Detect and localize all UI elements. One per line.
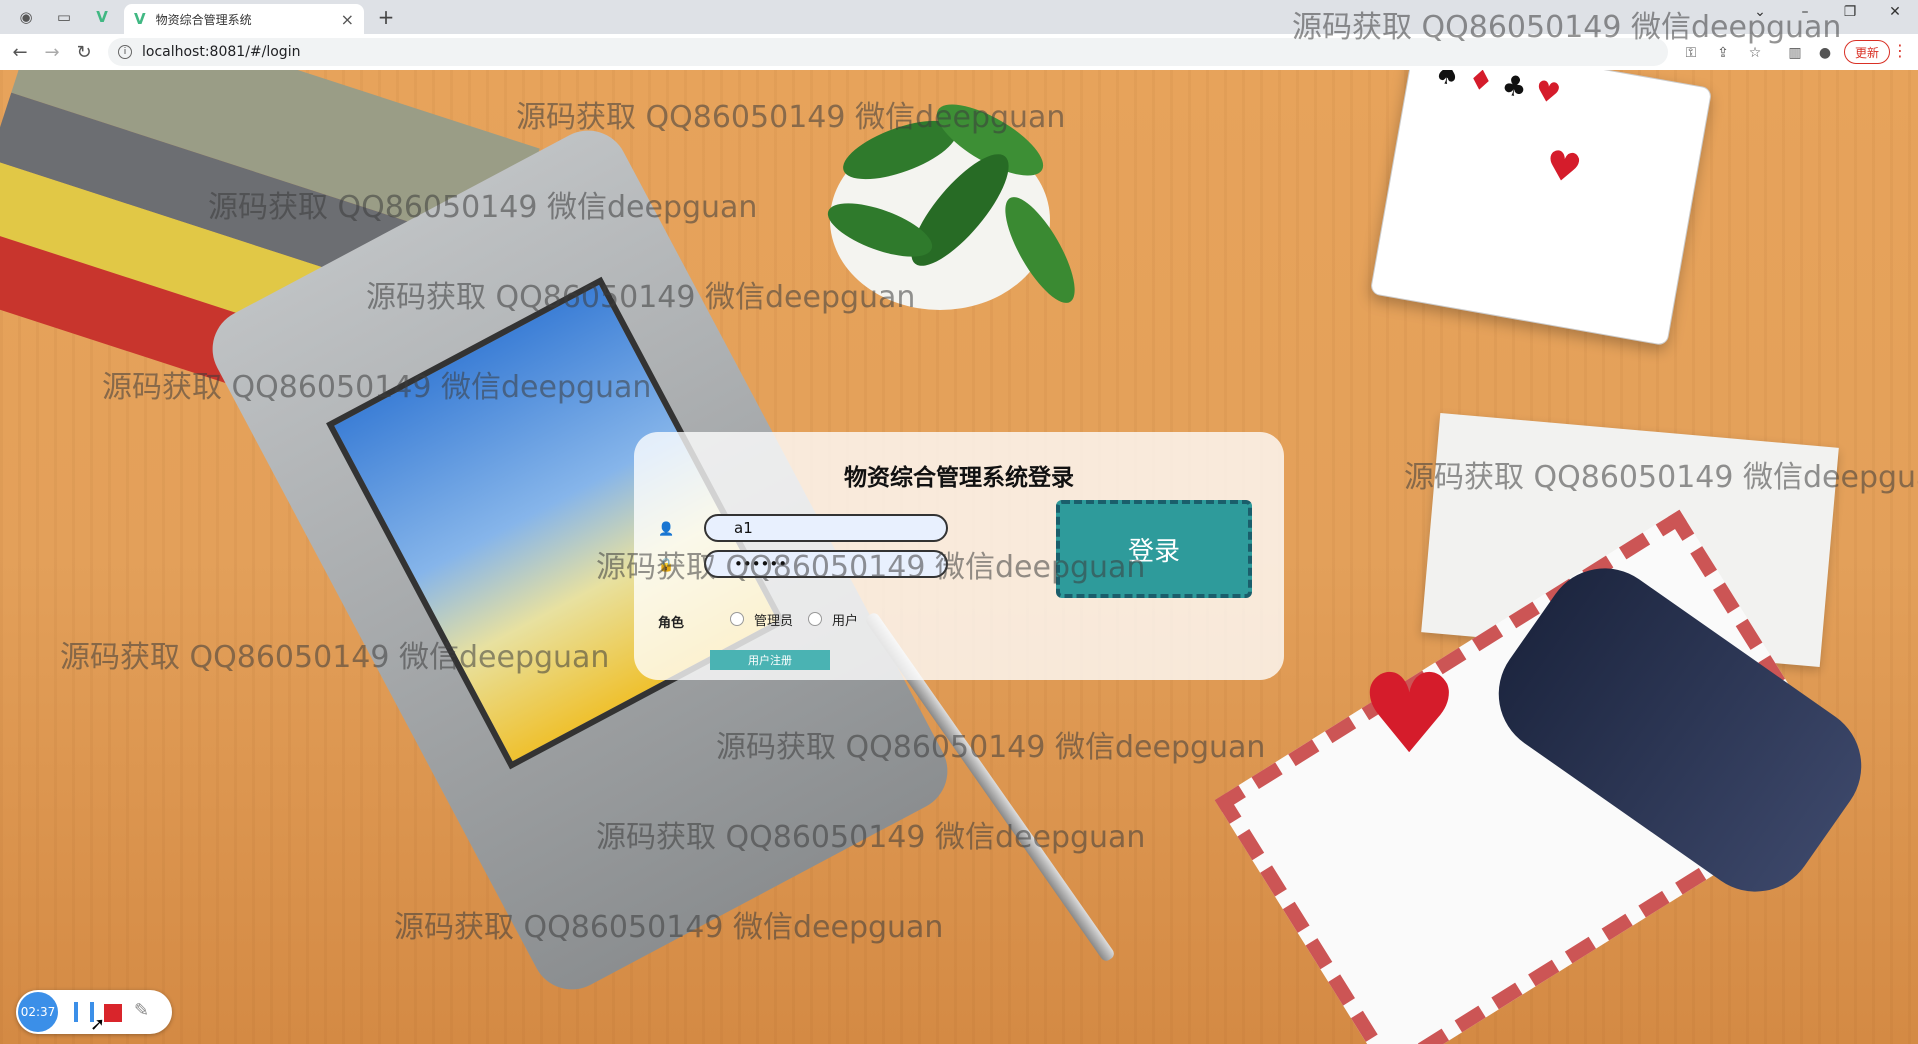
register-button[interactable]: 用户注册: [710, 650, 830, 670]
forward-icon[interactable]: →: [40, 40, 64, 64]
stop-icon[interactable]: [104, 1004, 122, 1022]
watermark-text: 源码获取 QQ86050149 微信deepguan: [208, 190, 758, 225]
active-tab[interactable]: V 物资综合管理系统 ×: [124, 4, 364, 34]
role-radio-user[interactable]: [808, 612, 822, 626]
role-radio-admin[interactable]: [730, 612, 744, 626]
heart-image: ♥: [1360, 650, 1459, 778]
recording-timer: 02:37: [18, 992, 58, 1032]
mouse-cursor-icon: ➚: [90, 1014, 106, 1035]
watermark-text: 源码获取 QQ86050149 微信deepguan: [1292, 10, 1842, 45]
watermark-text: 源码获取 QQ86050149 微信deepguan: [716, 730, 1266, 765]
watermark-text: 源码获取 QQ86050149 微信deepguan: [60, 640, 610, 675]
watermark-text: 源码获取 QQ86050149 微信deepguan: [102, 370, 652, 405]
reload-icon[interactable]: ↻: [72, 40, 96, 64]
role-label: 角色: [658, 616, 685, 631]
pinned-tab-icon[interactable]: ◉: [14, 5, 38, 29]
playing-cards-image: ♠ ♦ ♣ ♥ ♥: [1369, 70, 1713, 347]
watermark-text: 源码获取 QQ86050149 微信deepguan: [366, 280, 916, 315]
close-window-icon[interactable]: ✕: [1880, 4, 1910, 20]
role-user-label[interactable]: 用户: [832, 610, 858, 629]
watermark-text: 源码获取 QQ86050149 微信deepguan: [596, 820, 1146, 855]
role-admin-label[interactable]: 管理员: [754, 610, 793, 629]
pen-icon[interactable]: ✎: [134, 1000, 149, 1021]
user-icon: 👤: [658, 522, 675, 537]
watermark-text: 源码获取 QQ86050149 微信deepguan: [516, 100, 1066, 135]
update-button[interactable]: 更新: [1844, 40, 1891, 64]
new-tab-button[interactable]: +: [374, 5, 398, 29]
pinned-tab-icon[interactable]: ▭: [52, 5, 76, 29]
close-tab-icon[interactable]: ×: [341, 10, 354, 29]
login-title: 物资综合管理系统登录: [844, 465, 1074, 491]
menu-icon[interactable]: ⋮: [1892, 41, 1908, 60]
site-info-icon[interactable]: i: [118, 45, 132, 59]
username-input[interactable]: a1: [704, 514, 948, 542]
watermark-text: 源码获取 QQ86050149 微信deepguan: [394, 910, 944, 945]
watermark-text: 源码获取 QQ86050149 微信deepguan: [596, 550, 1146, 585]
watermark-text: 源码获取 QQ86050149 微信deepgua: [1404, 460, 1918, 495]
back-icon[interactable]: ←: [8, 40, 32, 64]
vue-favicon-icon: V: [134, 10, 146, 28]
url-text: localhost:8081/#/login: [142, 44, 301, 60]
vue-tab-icon[interactable]: V: [90, 5, 114, 29]
tab-title: 物资综合管理系统: [155, 12, 252, 27]
